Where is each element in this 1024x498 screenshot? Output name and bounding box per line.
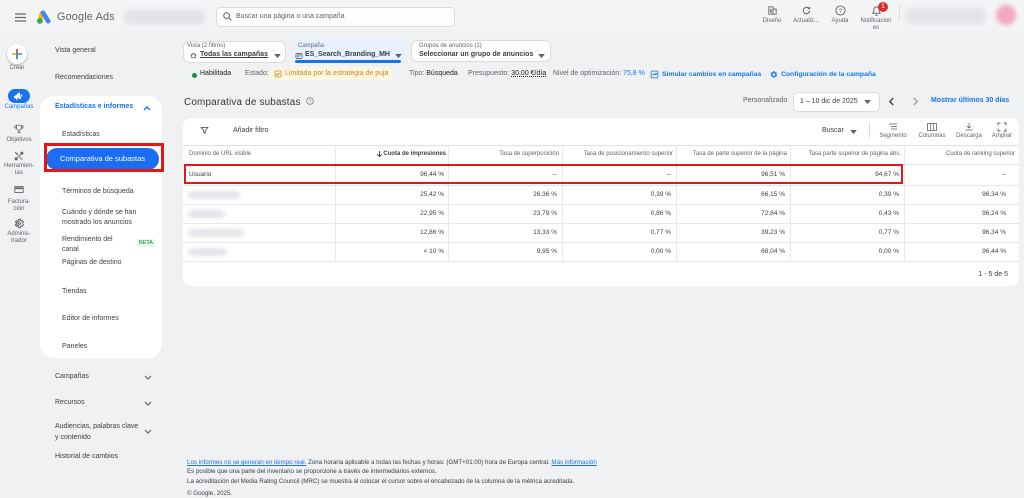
svg-text:?: ? — [309, 99, 312, 104]
svg-text:?: ? — [839, 9, 843, 15]
